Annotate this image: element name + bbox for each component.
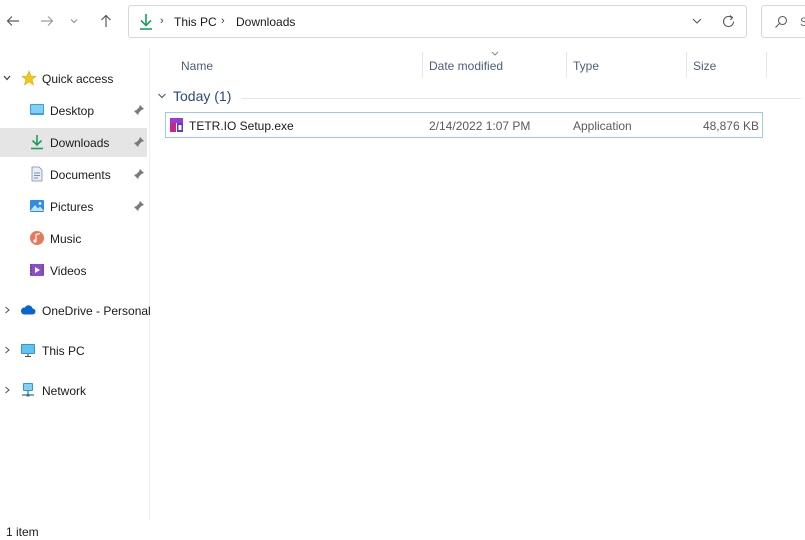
sidebar-item-label: Music <box>50 232 82 246</box>
chevron-right-icon[interactable] <box>2 305 12 315</box>
sidebar-item-network[interactable]: Network <box>0 376 147 404</box>
sidebar-item-this-pc[interactable]: This PC <box>0 336 147 364</box>
sidebar-item-downloads[interactable]: Downloads <box>0 128 147 157</box>
file-date-modified: 2/14/2022 1:07 PM <box>429 119 531 133</box>
forward-button[interactable] <box>35 9 59 33</box>
sidebar-item-music[interactable]: Music <box>0 224 147 252</box>
sidebar-item-label: This PC <box>42 344 85 358</box>
search-placeholder: S <box>800 15 805 29</box>
pictures-icon <box>30 200 44 212</box>
group-header-today[interactable]: Today (1) <box>157 88 231 104</box>
pin-icon <box>134 137 144 147</box>
column-divider[interactable] <box>686 52 687 78</box>
pin-icon <box>134 105 144 115</box>
sort-chevron-icon <box>491 51 499 56</box>
sidebar-item-label: Downloads <box>50 136 110 150</box>
sidebar-item-videos[interactable]: Videos <box>0 256 147 284</box>
cloud-icon <box>20 305 36 315</box>
breadcrumb-separator: › <box>221 15 225 27</box>
sidebar-item-label: Videos <box>50 264 87 278</box>
column-header-size[interactable]: Size <box>693 59 716 73</box>
column-header-date-modified[interactable]: Date modified <box>429 59 503 73</box>
sidebar-item-label: Desktop <box>50 104 95 118</box>
back-button[interactable] <box>1 9 25 33</box>
arrow-up-icon <box>101 14 111 27</box>
group-divider <box>241 98 801 99</box>
column-header-name[interactable]: Name <box>181 59 213 73</box>
file-size: 48,876 KB <box>702 119 759 133</box>
chevron-down-icon[interactable] <box>2 73 12 83</box>
arrow-left-icon <box>6 16 19 26</box>
breadcrumb-this-pc[interactable]: This PC <box>174 15 217 29</box>
column-divider[interactable] <box>566 52 567 78</box>
desktop-icon <box>30 104 44 115</box>
sidebar-item-desktop[interactable]: Desktop <box>0 96 147 124</box>
chevron-down-icon <box>70 19 78 24</box>
star-icon <box>21 70 37 86</box>
arrow-right-icon <box>41 16 54 26</box>
search-box[interactable]: S <box>761 5 805 38</box>
file-list-pane: Name Date modified Type Size Today (1) T… <box>151 48 805 520</box>
pin-icon <box>134 201 144 211</box>
column-divider[interactable] <box>766 52 767 78</box>
sidebar-item-label: OneDrive - Personal <box>42 304 151 318</box>
sidebar-item-label: Documents <box>50 168 111 182</box>
chevron-down-icon[interactable] <box>691 15 703 27</box>
chevron-right-icon[interactable] <box>2 385 12 395</box>
network-icon <box>22 383 34 397</box>
group-label: Today (1) <box>173 88 232 104</box>
sidebar-item-label: Quick access <box>42 72 114 86</box>
file-row[interactable]: TETR.IO Setup.exe 2/14/2022 1:07 PM Appl… <box>165 112 763 138</box>
chevron-right-icon[interactable] <box>2 345 12 355</box>
navigation-pane: Quick access Desktop Downloads Documents… <box>0 48 151 520</box>
refresh-icon[interactable] <box>721 14 736 29</box>
music-icon <box>30 231 44 245</box>
chevron-down-icon <box>158 93 166 99</box>
download-arrow-icon <box>31 135 43 150</box>
pin-icon <box>134 169 144 179</box>
sidebar-item-pictures[interactable]: Pictures <box>0 192 147 220</box>
column-divider[interactable] <box>422 52 423 78</box>
download-arrow-icon <box>140 14 152 30</box>
file-explorer-window: › This PC › Downloads S Quick access Des… <box>0 0 805 540</box>
document-icon <box>31 166 43 182</box>
sidebar-item-label: Network <box>42 384 87 398</box>
column-header-type[interactable]: Type <box>573 59 599 73</box>
sidebar-item-label: Pictures <box>50 200 94 214</box>
up-button[interactable] <box>94 9 118 33</box>
breadcrumb-downloads[interactable]: Downloads <box>236 15 295 29</box>
sidebar-item-onedrive[interactable]: OneDrive - Personal <box>0 296 151 324</box>
search-icon <box>775 15 788 28</box>
recent-locations-button[interactable] <box>64 9 84 33</box>
sidebar-item-quick-access[interactable]: Quick access <box>0 64 147 92</box>
tetrio-app-icon <box>170 118 183 132</box>
video-icon <box>30 264 44 276</box>
file-type: Application <box>573 119 632 133</box>
status-item-count: 1 item <box>6 525 39 539</box>
breadcrumb-separator: › <box>160 15 164 27</box>
address-bar[interactable]: › This PC › Downloads <box>128 5 747 38</box>
file-name[interactable]: TETR.IO Setup.exe <box>189 119 294 133</box>
computer-icon <box>21 344 35 358</box>
sidebar-item-documents[interactable]: Documents <box>0 160 147 188</box>
